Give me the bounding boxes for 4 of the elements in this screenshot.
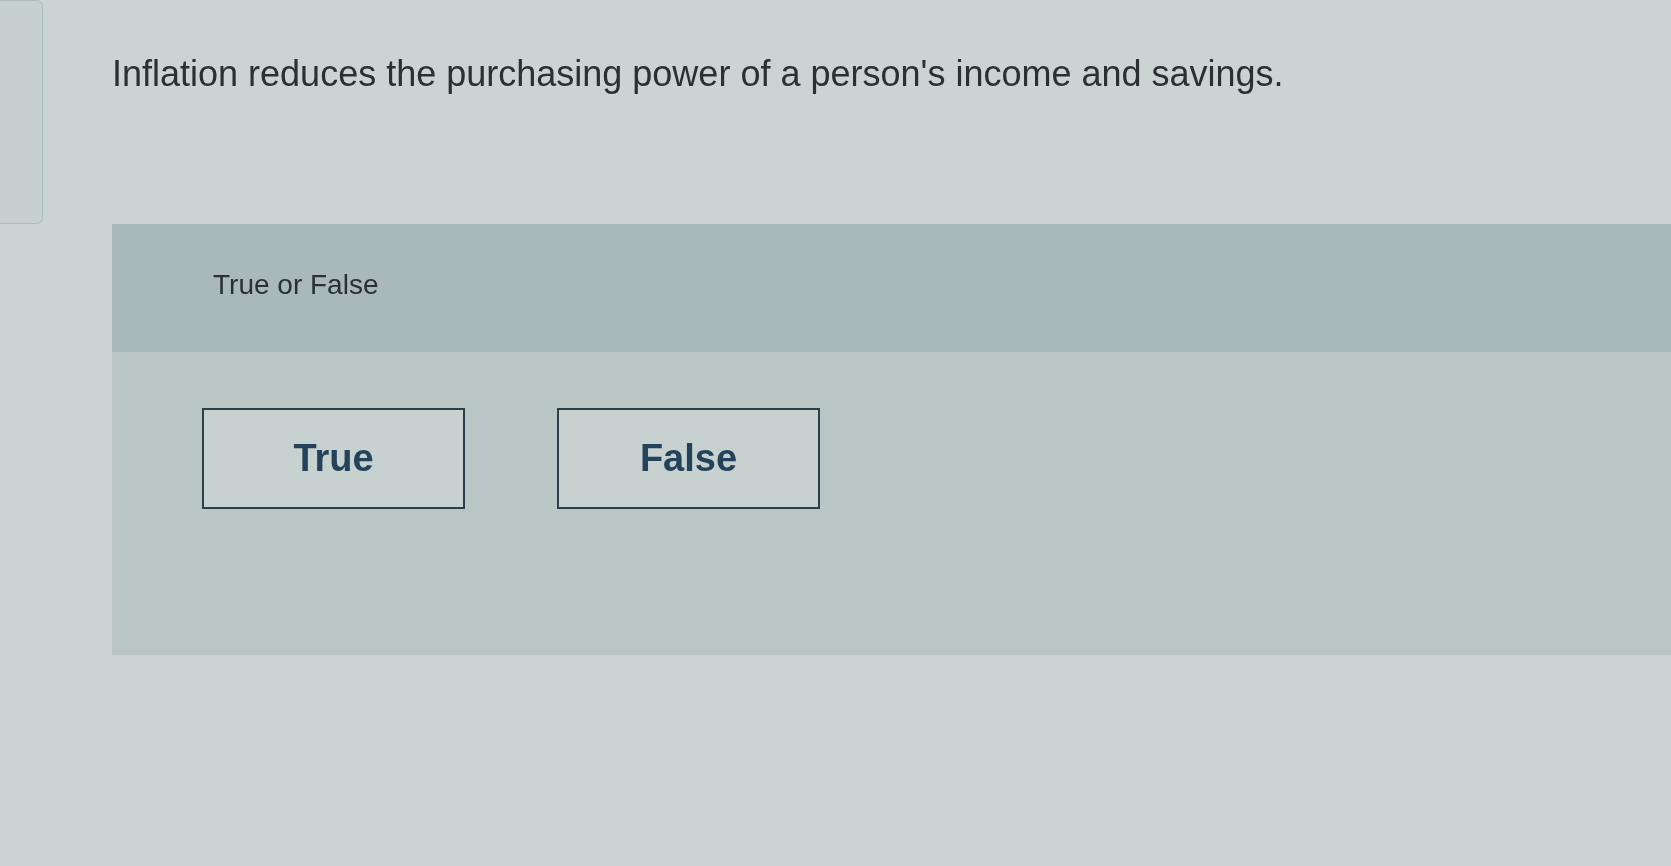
question-text: Inflation reduces the purchasing power of a person's income and savings. xyxy=(112,52,1285,96)
answer-option[interactable]: True xyxy=(202,408,465,509)
prompt-text: True or False xyxy=(213,269,379,300)
answer-option[interactable]: False xyxy=(557,408,820,509)
